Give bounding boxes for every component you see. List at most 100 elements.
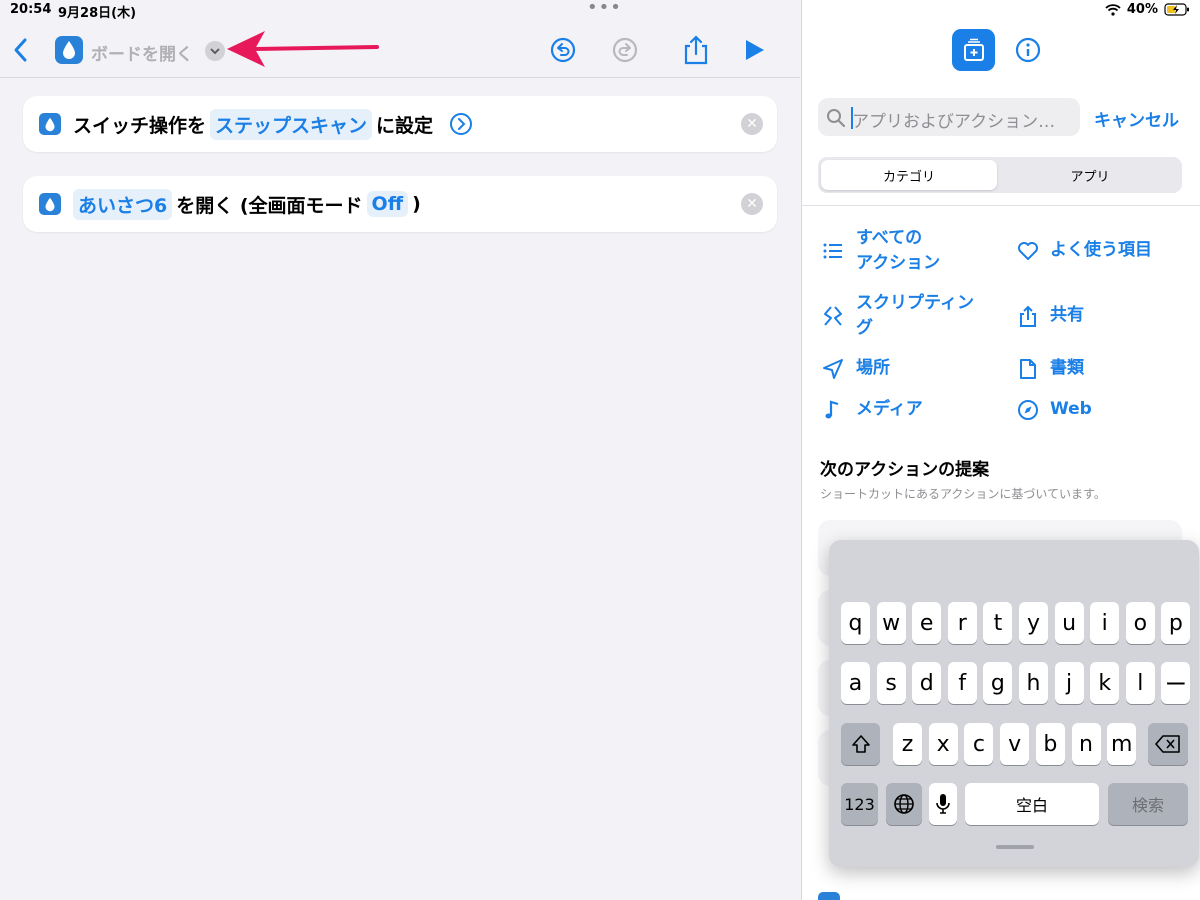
- status-date: 9月28日(木): [58, 6, 137, 21]
- segment-apps[interactable]: アプリ: [1000, 160, 1180, 190]
- key[interactable]: t: [983, 602, 1013, 644]
- text-cursor: [851, 107, 853, 129]
- action-text: に設定: [376, 114, 434, 137]
- key[interactable]: h: [1019, 662, 1048, 704]
- remove-action-button[interactable]: ✕: [741, 113, 763, 135]
- parameter-token[interactable]: ステップスキャン: [210, 108, 373, 140]
- category-location[interactable]: 場所: [856, 356, 890, 381]
- close-icon: ✕: [746, 196, 758, 212]
- category-label: スクリプティン: [856, 293, 974, 313]
- search-placeholder: アプリおよびアクション…: [852, 112, 1056, 132]
- drop-icon: [63, 41, 75, 59]
- wifi-icon: [1105, 3, 1121, 16]
- action-text: ): [412, 193, 421, 215]
- backspace-icon: [1155, 735, 1180, 753]
- shift-icon: [851, 735, 870, 753]
- action-library-button[interactable]: [952, 29, 995, 71]
- key[interactable]: w: [876, 602, 906, 644]
- numbers-key[interactable]: 123: [841, 783, 878, 825]
- key[interactable]: v: [1000, 723, 1030, 765]
- key[interactable]: i: [1090, 602, 1120, 644]
- key[interactable]: r: [947, 602, 977, 644]
- key[interactable]: f: [947, 662, 977, 704]
- category-all-actions[interactable]: すべての アクション: [856, 226, 940, 276]
- chevron-right-circle-icon[interactable]: [449, 112, 473, 136]
- close-icon: ✕: [746, 116, 758, 132]
- parameter-token[interactable]: あいさつ6: [73, 188, 173, 220]
- info-button[interactable]: [1014, 36, 1042, 68]
- category-scripting[interactable]: スクリプティング: [856, 291, 974, 341]
- heart-icon: [1018, 242, 1038, 260]
- globe-key[interactable]: [886, 783, 922, 825]
- cancel-button[interactable]: キャンセル: [1094, 106, 1179, 131]
- drop-icon: [39, 113, 61, 135]
- category-media[interactable]: メディア: [856, 397, 923, 422]
- drop-icon: [39, 193, 61, 215]
- multitasking-dots[interactable]: •••: [587, 0, 622, 18]
- category-favorites[interactable]: よく使う項目: [1050, 238, 1152, 263]
- suggestions-subtitle: ショートカットにあるアクションに基づいています。: [820, 487, 1106, 501]
- action-card-open-board[interactable]: あいさつ6 を開く (全画面モード Off ) ✕: [23, 176, 777, 232]
- key[interactable]: n: [1071, 723, 1101, 765]
- search-key[interactable]: 検索: [1108, 783, 1188, 825]
- key[interactable]: u: [1054, 602, 1084, 644]
- key[interactable]: c: [964, 723, 994, 765]
- key[interactable]: l: [1125, 662, 1155, 704]
- parameter-token[interactable]: Off: [366, 191, 409, 217]
- library-add-icon: [963, 38, 984, 61]
- segment-categories[interactable]: カテゴリ: [821, 160, 997, 190]
- key[interactable]: g: [983, 662, 1013, 704]
- key[interactable]: x: [928, 723, 958, 765]
- globe-icon: [894, 794, 914, 814]
- run-button[interactable]: [744, 38, 766, 66]
- share-icon: [1020, 305, 1036, 327]
- key[interactable]: j: [1054, 662, 1084, 704]
- key[interactable]: k: [1090, 662, 1120, 704]
- key[interactable]: s: [876, 662, 906, 704]
- delete-key[interactable]: [1148, 723, 1188, 765]
- divider: [801, 205, 1200, 206]
- key[interactable]: q: [841, 602, 870, 644]
- key[interactable]: m: [1107, 723, 1137, 765]
- status-time: 20:54: [10, 2, 52, 17]
- shortcut-icon[interactable]: [55, 36, 83, 64]
- compass-icon: [1018, 400, 1038, 420]
- key[interactable]: o: [1125, 602, 1155, 644]
- search-icon: [827, 109, 846, 128]
- battery-charging-icon: [1164, 3, 1189, 16]
- category-label: グ: [856, 318, 873, 338]
- category-web[interactable]: Web: [1050, 397, 1092, 422]
- chevron-down-icon: [210, 48, 220, 55]
- play-icon: [746, 40, 764, 60]
- back-button[interactable]: [10, 36, 32, 68]
- category-label: アクション: [856, 253, 941, 273]
- toolbar-divider: [0, 77, 800, 78]
- chevron-left-icon: [14, 38, 27, 62]
- action-text: スイッチ操作を: [73, 114, 207, 137]
- key[interactable]: d: [912, 662, 942, 704]
- key[interactable]: p: [1161, 602, 1191, 644]
- category-label: すべての: [856, 228, 923, 248]
- shortcut-title[interactable]: ボードを開く: [91, 40, 193, 65]
- category-sharing[interactable]: 共有: [1050, 303, 1084, 328]
- music-note-icon: [825, 400, 839, 419]
- space-key[interactable]: 空白: [965, 783, 1099, 825]
- keyboard-drag-handle[interactable]: [996, 845, 1034, 849]
- document-icon: [1020, 359, 1036, 379]
- key[interactable]: y: [1019, 602, 1048, 644]
- shift-key[interactable]: [841, 723, 880, 765]
- remove-action-button[interactable]: ✕: [741, 193, 763, 215]
- title-menu-button[interactable]: [205, 41, 225, 61]
- key[interactable]: a: [841, 662, 870, 704]
- key[interactable]: b: [1035, 723, 1065, 765]
- redo-button[interactable]: [611, 36, 639, 68]
- key[interactable]: e: [912, 602, 942, 644]
- key[interactable]: z: [893, 723, 922, 765]
- key[interactable]: ー: [1161, 662, 1191, 704]
- category-documents[interactable]: 書類: [1050, 356, 1084, 381]
- scripting-icon: [824, 306, 842, 326]
- undo-button[interactable]: [549, 36, 577, 68]
- action-card-switch-control[interactable]: スイッチ操作を ステップスキャン に設定 ✕: [23, 96, 777, 152]
- share-button[interactable]: [683, 34, 709, 70]
- dictation-key[interactable]: [929, 783, 957, 825]
